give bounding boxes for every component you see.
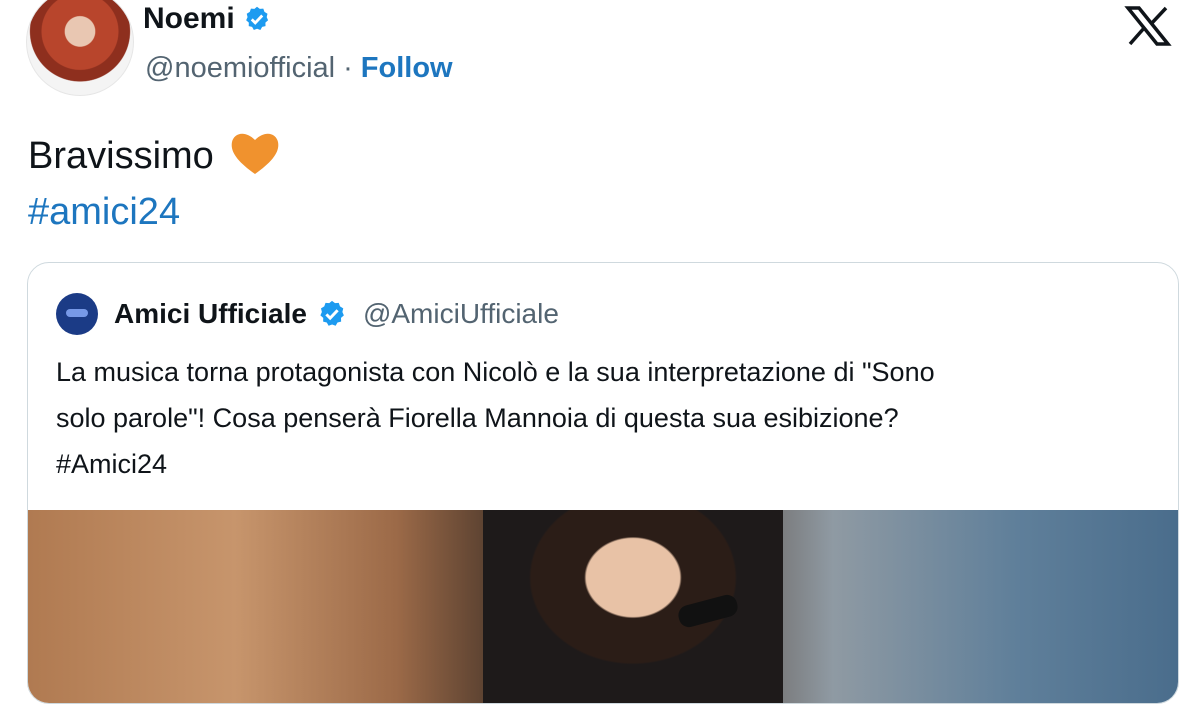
quoted-author-handle[interactable]: @AmiciUfficiale [363, 298, 559, 330]
follow-button[interactable]: Follow [361, 52, 453, 85]
quoted-hashtag[interactable]: #Amici24 [56, 441, 1156, 487]
verified-badge-icon [320, 300, 344, 326]
quoted-author-avatar[interactable] [56, 293, 98, 335]
tweet-body: Bravissimo [28, 135, 214, 177]
quoted-tweet-card[interactable]: Amici Ufficiale @AmiciUfficiale La music… [27, 262, 1179, 704]
orange-heart-icon [231, 133, 279, 174]
author-avatar[interactable] [26, 0, 134, 96]
x-logo-icon[interactable] [1124, 6, 1172, 46]
author-name[interactable]: Noemi [143, 2, 235, 36]
tweet-hashtag[interactable]: #amici24 [28, 184, 282, 240]
verified-badge-icon [245, 6, 268, 30]
quoted-line-2: solo parole"! Cosa penserà Fiorella Mann… [56, 403, 899, 433]
separator-dot: · [343, 52, 353, 84]
quoted-tweet-text: La musica torna protagonista con Nicolò … [56, 349, 1156, 487]
quoted-line-1: La musica torna protagonista con Nicolò … [56, 357, 935, 387]
author-handle-row: @noemiofficial · Follow [145, 52, 453, 85]
quoted-author-name[interactable]: Amici Ufficiale [114, 298, 307, 330]
author-name-row: Noemi [143, 2, 271, 36]
quoted-author-row: Amici Ufficiale @AmiciUfficiale [56, 293, 559, 335]
quoted-media-image[interactable] [28, 510, 1178, 703]
singer-figure [483, 510, 783, 703]
author-handle[interactable]: @noemiofficial [145, 52, 335, 85]
tweet-text: Bravissimo #amici24 [28, 128, 282, 240]
